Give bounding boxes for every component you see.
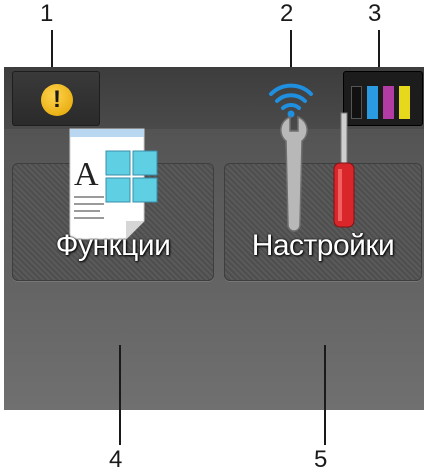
alert-button[interactable]: ! bbox=[12, 71, 100, 126]
callout-number-3: 3 bbox=[368, 0, 382, 27]
ink-magenta-bar bbox=[383, 86, 394, 119]
settings-label: Настройки bbox=[251, 229, 395, 262]
svg-text:A: A bbox=[74, 156, 99, 193]
callout-number-1: 1 bbox=[40, 0, 54, 27]
lcd-screen: ! A Функции Настройки bbox=[4, 67, 424, 410]
callout-line-3 bbox=[378, 30, 380, 70]
ink-yellow-bar bbox=[399, 86, 410, 119]
functions-tile[interactable]: A Функции bbox=[12, 128, 214, 281]
functions-label: Функции bbox=[55, 229, 171, 262]
callout-number-5: 5 bbox=[314, 446, 328, 473]
callout-line-2 bbox=[290, 30, 292, 70]
callout-number-4: 4 bbox=[109, 446, 123, 473]
callout-line-5 bbox=[324, 345, 326, 445]
callout-line-1 bbox=[51, 30, 53, 70]
settings-tile[interactable]: Настройки bbox=[224, 112, 422, 281]
callout-number-2: 2 bbox=[280, 0, 294, 27]
tools-icon bbox=[280, 112, 355, 232]
callout-line-4 bbox=[119, 345, 121, 445]
warning-icon: ! bbox=[41, 84, 73, 116]
document-functions-icon: A bbox=[69, 128, 158, 240]
